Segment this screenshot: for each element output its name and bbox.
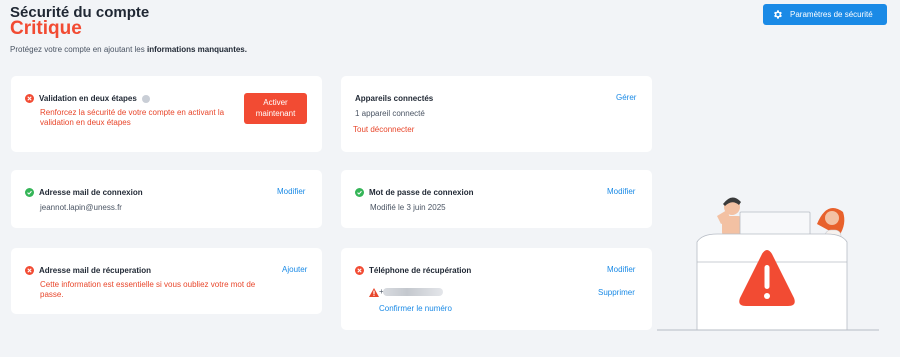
page-subtitle: Protégez votre compte en ajoutant les in… — [10, 45, 247, 54]
password-modified-date: Modifié le 3 juin 2025 — [370, 203, 446, 212]
security-warning-illustration — [657, 197, 879, 331]
subtitle-bold: informations manquantes. — [146, 45, 247, 54]
two-step-description: Renforcez la sécurité de votre compte en… — [40, 108, 225, 127]
subtitle-text: Protégez votre compte en ajoutant les — [10, 45, 147, 54]
error-x-icon — [25, 266, 34, 275]
devices-title: Appareils connectés — [355, 94, 434, 103]
warning-triangle-icon — [369, 288, 379, 297]
security-settings-button[interactable]: Paramètres de sécurité — [763, 4, 887, 25]
delete-phone-link[interactable]: Supprimer — [598, 288, 635, 297]
manage-devices-link[interactable]: Gérer — [616, 93, 636, 102]
devices-count: 1 appareil connecté — [355, 109, 425, 118]
confirm-phone-link[interactable]: Confirmer le numéro — [379, 304, 452, 313]
recovery-email-title: Adresse mail de récuperation — [39, 266, 152, 275]
recovery-email-card: Adresse mail de récuperation Cette infor… — [11, 248, 322, 314]
activate-two-step-button[interactable]: Activer maintenant — [244, 93, 307, 124]
error-x-icon — [25, 94, 34, 103]
error-x-icon — [355, 266, 364, 275]
check-icon — [355, 188, 364, 197]
devices-card: Appareils connectés 1 appareil connecté … — [341, 76, 652, 152]
check-icon — [25, 188, 34, 197]
recovery-phone-title: Téléphone de récupération — [369, 266, 472, 275]
settings-button-label: Paramètres de sécurité — [790, 10, 873, 19]
edit-login-email-link[interactable]: Modifier — [277, 187, 305, 196]
gear-icon — [774, 10, 782, 19]
add-recovery-email-link[interactable]: Ajouter — [282, 265, 307, 274]
login-email-value: jeannot.lapin@uness.fr — [40, 203, 122, 212]
logout-all-link[interactable]: Tout déconnecter — [353, 125, 414, 134]
edit-phone-link[interactable]: Modifier — [607, 265, 635, 274]
recovery-email-description: Cette information est essentielle si vou… — [40, 280, 256, 299]
two-step-card: Validation en deux étapes Renforcez la s… — [11, 76, 322, 152]
password-title: Mot de passe de connexion — [369, 188, 474, 197]
recovery-phone-card: Téléphone de récupération + Confirmer le… — [341, 248, 652, 330]
security-status: Critique — [10, 18, 82, 39]
edit-password-link[interactable]: Modifier — [607, 187, 635, 196]
two-step-title: Validation en deux étapes — [39, 94, 137, 103]
password-card: Mot de passe de connexion Modifié le 3 j… — [341, 170, 652, 228]
login-email-card: Adresse mail de connexion jeannot.lapin@… — [11, 170, 322, 228]
info-icon[interactable] — [141, 94, 150, 103]
masked-phone-number — [383, 288, 443, 296]
login-email-title: Adresse mail de connexion — [39, 188, 143, 197]
